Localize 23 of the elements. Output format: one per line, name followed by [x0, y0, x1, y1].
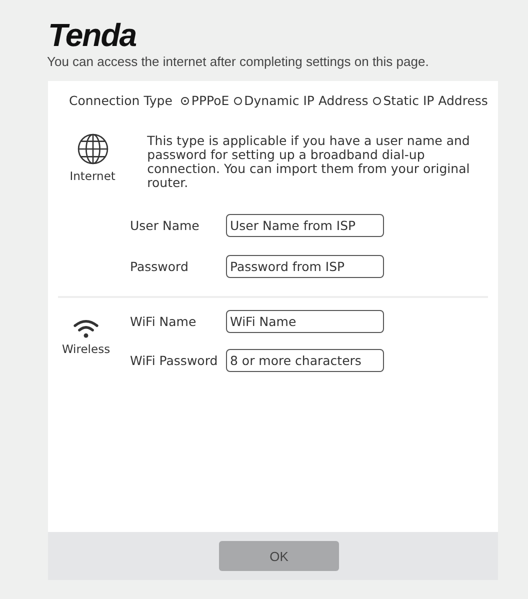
radio-option[interactable]: Dynamic IP Address [234, 93, 368, 108]
description-text: This type is applicable if you have a user name and password for setting up a broadband dial-up connection. You can import them from your original router. [147, 134, 471, 190]
field-label: User Name [130, 218, 200, 233]
wifi-icon [72, 318, 100, 340]
connection-type-label: Connection Type [69, 93, 172, 108]
field-label: WiFi Password [130, 353, 219, 368]
input-field[interactable]: User Name from ISP [226, 214, 384, 237]
wireless-label: Wireless [62, 342, 110, 356]
subtitle: You can access the internet after completing settings on this page. [47, 54, 429, 69]
internet-label: Internet [70, 169, 116, 183]
radio-icon[interactable] [373, 96, 382, 104]
radio-icon[interactable] [234, 96, 242, 104]
input-field[interactable]: 8 or more characters [226, 349, 384, 372]
radio-icon[interactable] [181, 96, 190, 104]
logo: Tenda [48, 18, 136, 52]
input-field[interactable]: WiFi Name [226, 310, 384, 333]
ok-button[interactable]: OK [219, 541, 339, 571]
field-label: WiFi Name [130, 314, 198, 329]
field-label: Password [130, 259, 190, 274]
radio-option[interactable]: PPPoE [181, 93, 230, 108]
input-field[interactable]: Password from ISP [226, 255, 384, 278]
globe-icon [76, 132, 110, 166]
radio-option[interactable]: Static IP Address [373, 93, 488, 108]
